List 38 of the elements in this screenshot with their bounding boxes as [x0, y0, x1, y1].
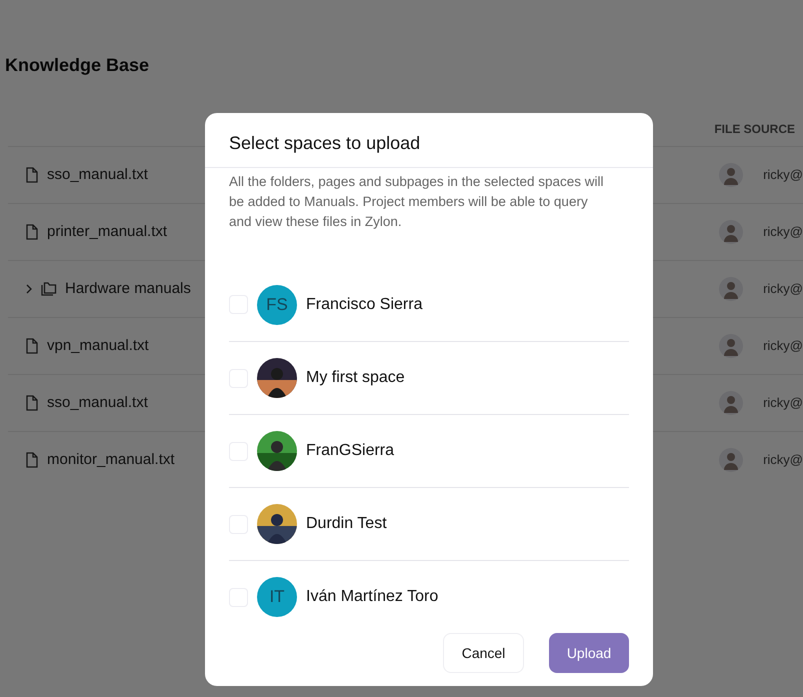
folder-icon — [41, 282, 57, 296]
file-source: ricky@ — [763, 280, 803, 298]
file-name[interactable]: Hardware manuals — [65, 278, 191, 300]
avatar-icon — [719, 334, 744, 358]
space-name: My first space — [306, 368, 405, 388]
dialog-title: Select spaces to upload — [205, 113, 653, 168]
space-name: Iván Martínez Toro — [306, 587, 438, 607]
file-source: ricky@ — [763, 223, 803, 242]
file-name[interactable]: printer_manual.txt — [47, 220, 168, 244]
avatar: IT — [257, 577, 297, 617]
file-source: ricky@ — [763, 337, 803, 356]
page-title: Knowledge Base — [5, 54, 150, 77]
space-name: Durdin Test — [306, 514, 387, 534]
space-name: FranGSierra — [306, 441, 394, 461]
dialog-description: All the folders, pages and subpages in the selected spaces will be added to Manuals. Project members will be able to query and view these files in Zylon. — [228, 173, 604, 231]
space-name: Francisco Sierra — [306, 294, 422, 314]
file-icon — [25, 338, 39, 354]
avatar-icon — [719, 163, 744, 187]
avatar-icon — [719, 448, 744, 472]
file-source: ricky@ — [763, 166, 803, 184]
file-icon — [25, 452, 39, 468]
file-name[interactable]: sso_manual.txt — [47, 164, 148, 186]
file-name[interactable]: monitor_manual.txt — [47, 448, 175, 472]
upload-button[interactable]: Upload — [549, 633, 629, 673]
avatar-icon — [719, 277, 744, 301]
file-icon — [25, 224, 39, 240]
file-icon — [25, 395, 39, 411]
avatar-icon — [719, 220, 744, 244]
file-name[interactable]: vpn_manual.txt — [47, 334, 149, 358]
avatar-icon — [719, 391, 744, 415]
cancel-button[interactable]: Cancel — [443, 633, 524, 673]
file-icon — [25, 167, 39, 183]
column-header: FILE SOURCE — [714, 121, 795, 138]
file-name[interactable]: sso_manual.txt — [47, 392, 148, 414]
file-source: ricky@ — [763, 451, 803, 470]
chevron-icon[interactable] — [25, 283, 33, 295]
file-source: ricky@ — [763, 394, 803, 412]
avatar: FS — [257, 284, 297, 324]
